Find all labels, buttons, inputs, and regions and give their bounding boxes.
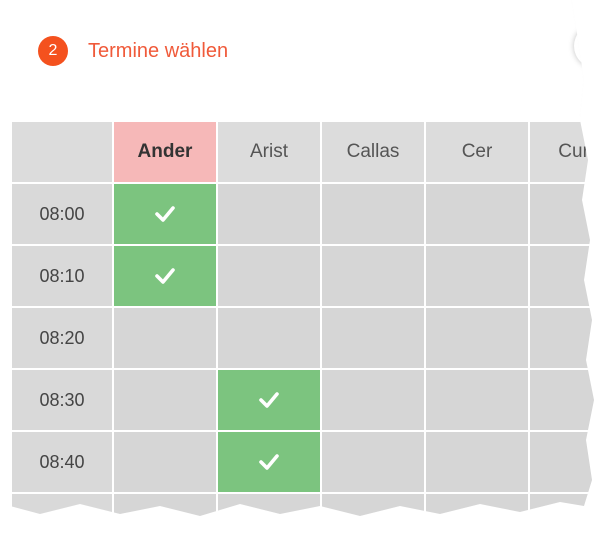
scan-button[interactable] xyxy=(574,24,608,68)
time-label: 08:40 xyxy=(12,432,112,492)
slot-empty[interactable] xyxy=(426,246,528,306)
checkmark-icon xyxy=(155,268,175,284)
slot-empty[interactable] xyxy=(426,432,528,492)
slot-empty[interactable] xyxy=(530,432,608,492)
step-title: Termine wählen xyxy=(88,39,229,62)
slot-empty[interactable] xyxy=(114,432,216,492)
slot-empty[interactable] xyxy=(114,370,216,430)
step-number-badge: 2 xyxy=(38,36,68,66)
slot-empty[interactable] xyxy=(530,370,608,430)
step-number: 2 xyxy=(48,42,58,59)
slot-empty[interactable] xyxy=(426,494,528,537)
slot-empty[interactable] xyxy=(218,246,320,306)
time-label: 08:50 xyxy=(12,494,112,537)
schedule-grid: Ander Arist Callas Cer Curie 08:00 08:10 08:20 0… xyxy=(12,122,608,537)
slot-empty[interactable] xyxy=(322,308,424,368)
slot-empty[interactable] xyxy=(530,246,608,306)
time-label: 08:00 xyxy=(12,184,112,244)
slot-empty[interactable] xyxy=(322,494,424,537)
slot-empty[interactable] xyxy=(322,246,424,306)
slot-selected[interactable] xyxy=(218,370,320,430)
slot-selected[interactable] xyxy=(114,246,216,306)
slot-empty[interactable] xyxy=(530,308,608,368)
checkmark-icon xyxy=(259,454,279,470)
slot-selected[interactable] xyxy=(114,184,216,244)
room-header-callas[interactable]: Callas xyxy=(322,122,424,182)
room-header-curie[interactable]: Curie xyxy=(530,122,608,182)
time-label: 08:20 xyxy=(12,308,112,368)
slot-empty[interactable] xyxy=(218,494,320,537)
slot-empty[interactable] xyxy=(530,184,608,244)
time-label: 08:10 xyxy=(12,246,112,306)
slot-empty[interactable] xyxy=(218,184,320,244)
slot-selected[interactable] xyxy=(218,432,320,492)
slot-empty[interactable] xyxy=(322,370,424,430)
grid-corner xyxy=(12,122,112,182)
slot-empty[interactable] xyxy=(218,308,320,368)
checkmark-icon xyxy=(155,206,175,222)
slot-empty[interactable] xyxy=(114,494,216,537)
scan-icon xyxy=(585,35,607,57)
time-label: 08:30 xyxy=(12,370,112,430)
slot-empty[interactable] xyxy=(530,494,608,537)
slot-empty[interactable] xyxy=(426,184,528,244)
screenshot-frame: 2 Termine wählen Ander Arist Callas Cer Curi… xyxy=(0,0,608,537)
room-header-cer[interactable]: Cer xyxy=(426,122,528,182)
slot-empty[interactable] xyxy=(322,432,424,492)
room-header-ander[interactable]: Ander xyxy=(114,122,216,182)
step-header: 2 Termine wählen xyxy=(38,36,228,66)
slot-empty[interactable] xyxy=(322,184,424,244)
slot-empty[interactable] xyxy=(426,370,528,430)
checkmark-icon xyxy=(259,392,279,408)
slot-empty[interactable] xyxy=(114,308,216,368)
slot-empty[interactable] xyxy=(426,308,528,368)
room-header-arist[interactable]: Arist xyxy=(218,122,320,182)
